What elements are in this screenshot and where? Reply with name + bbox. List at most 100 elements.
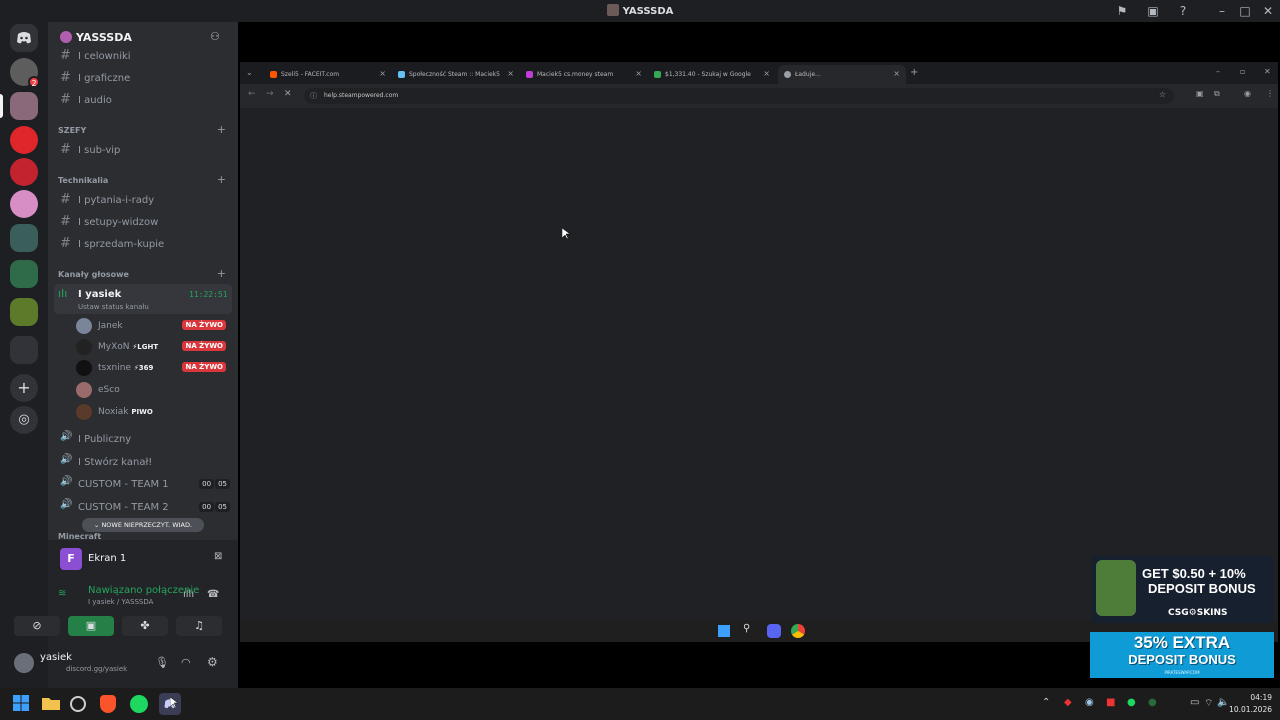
maximize-icon[interactable]: □	[1237, 3, 1253, 19]
user-name[interactable]: yasiek	[40, 652, 72, 663]
tray-spotify-icon[interactable]: ●	[1127, 697, 1136, 708]
channel-status-text[interactable]: Ustaw status kanału	[78, 303, 149, 311]
clock-time[interactable]: 04:19	[1232, 693, 1272, 702]
voice-channel-team2[interactable]: 🔊 CUSTOM - TEAM 2 00 05	[56, 497, 232, 517]
site-info-icon[interactable]: ⓘ	[310, 91, 317, 101]
close-icon[interactable]: ✕	[1260, 3, 1276, 19]
tab-close-icon[interactable]: ×	[379, 69, 386, 78]
channel-setupy-widzow[interactable]: # I setupy-widzow	[56, 212, 232, 232]
user-avatar[interactable]	[14, 653, 34, 673]
csgoskins-ad[interactable]: GET $0.50 + 10% DEPOSIT BONUS CSG⚙SKINS	[1092, 556, 1273, 623]
voice-channel-yasiek[interactable]: ıIı I yasiek 11:22:51 Ustaw status kanał…	[54, 284, 232, 314]
clock-date[interactable]: 10.01.2026	[1222, 705, 1272, 714]
voice-user[interactable]: Noxiak PIWO	[76, 402, 230, 422]
browser-tab-active[interactable]: Ładuje... ×	[778, 65, 906, 84]
tab-close-icon[interactable]: ×	[507, 69, 514, 78]
channel-celowniki[interactable]: # I celowniki	[56, 46, 232, 66]
address-bar[interactable]: ⓘ help.steampowered.com ☆	[304, 88, 1174, 104]
discord-home-icon[interactable]	[10, 24, 38, 52]
category-voice[interactable]: Kanały głosowe	[58, 270, 129, 279]
server-icon-5[interactable]	[10, 190, 38, 218]
settings-gear-icon[interactable]: ⚙	[207, 655, 218, 669]
voice-channel-create[interactable]: 🔊 I Stwórz kanał!	[56, 452, 232, 472]
voice-user[interactable]: eSco	[76, 380, 230, 400]
browser-tab[interactable]: $1,331.40 - Szukaj w Google ×	[648, 65, 776, 84]
browser-tab[interactable]: Szeli5 - FACEIT.com ×	[264, 65, 392, 84]
inbox-flag-icon[interactable]: ⚑	[1114, 3, 1130, 19]
pirateswap-ad[interactable]: 35% EXTRA DEPOSIT BONUS PIRATESWAP.COM	[1090, 632, 1274, 678]
server-icon-yasssda[interactable]	[10, 92, 38, 120]
help-icon[interactable]: ?	[1175, 3, 1191, 19]
server-icon-1[interactable]: 2	[10, 58, 40, 88]
start-button-icon[interactable]	[12, 694, 32, 714]
app-icon[interactable]	[70, 696, 86, 712]
new-messages-pill[interactable]: ⌄ NOWE NIEPRZECZYT. WIAD.	[82, 518, 204, 532]
category-technikalia[interactable]: Technikalia	[58, 176, 108, 185]
connection-location[interactable]: I yasiek / YASSSDA	[88, 598, 153, 606]
headphones-icon[interactable]: ◠	[181, 656, 191, 669]
server-folder-icon[interactable]	[10, 224, 38, 252]
category-szefy[interactable]: SZEFY	[58, 126, 86, 135]
voice-channel-team1[interactable]: 🔊 CUSTOM - TEAM 1 00 05	[56, 474, 232, 494]
tray-chevron-icon[interactable]: ⌃	[1042, 697, 1050, 708]
tray-steam-icon[interactable]: ◉	[1085, 697, 1094, 708]
noise-suppression-icon[interactable]: ıllı	[183, 589, 194, 600]
tray-app-icon-3[interactable]: ●	[1148, 697, 1157, 708]
voice-user[interactable]: MyXoN ⚡LGHT NA ŻYWO	[76, 337, 230, 357]
camera-off-button[interactable]: ⊘	[14, 616, 60, 636]
server-folder-icon-2[interactable]	[10, 260, 38, 288]
browser-minimize-icon[interactable]: –	[1216, 67, 1220, 76]
extension-icon[interactable]: ▣	[1196, 89, 1204, 98]
menu-kebab-icon[interactable]: ⋮	[1266, 89, 1274, 98]
channel-sub-vip[interactable]: # I sub-vip	[56, 140, 232, 160]
file-explorer-icon[interactable]	[41, 694, 61, 714]
browser-maximize-icon[interactable]: ▫	[1240, 67, 1245, 76]
tray-network-icon[interactable]: ⌔	[1204, 697, 1213, 710]
browser-close-icon[interactable]: ✕	[1264, 67, 1271, 76]
disconnect-icon[interactable]: ☎	[207, 589, 219, 600]
voice-user[interactable]: Janek NA ŻYWO	[76, 316, 230, 336]
stream-preview[interactable]: F Ekran 1 ⊠	[54, 542, 232, 576]
server-folder-icon-3[interactable]	[10, 298, 38, 326]
add-channel-icon[interactable]: +	[217, 123, 226, 136]
tab-close-icon[interactable]: ×	[635, 69, 642, 78]
back-icon[interactable]: ←	[248, 89, 256, 99]
add-server-icon[interactable]: +	[10, 374, 38, 402]
microphone-icon[interactable]: 🎙	[155, 656, 169, 669]
stop-loading-icon[interactable]: ✕	[284, 89, 292, 99]
stop-stream-icon[interactable]: ⊠	[214, 551, 222, 562]
channel-sprzedam-kupie[interactable]: # I sprzedam-kupie	[56, 234, 232, 254]
channel-audio[interactable]: # I audio	[56, 90, 232, 110]
discover-icon[interactable]: ◎	[10, 406, 38, 434]
tray-app-icon-2[interactable]: ■	[1106, 697, 1115, 708]
tab-close-icon[interactable]: ×	[893, 69, 900, 78]
add-channel-icon[interactable]: +	[217, 267, 226, 280]
activities-button[interactable]: ✤	[122, 616, 168, 636]
server-icon-4[interactable]	[10, 158, 38, 186]
extensions-puzzle-icon[interactable]: ⧉	[1214, 89, 1220, 99]
channel-graficzne[interactable]: # I graficzne	[56, 68, 232, 88]
voice-channel-publiczny[interactable]: 🔊 I Publiczny	[56, 429, 232, 449]
profile-icon[interactable]: ◉	[1244, 89, 1251, 98]
minimize-icon[interactable]: –	[1214, 3, 1230, 19]
soundboard-button[interactable]: ♫	[176, 616, 222, 636]
voice-user[interactable]: tsxnine ⚡369 NA ŻYWO	[76, 358, 230, 378]
server-folder-icon-4[interactable]	[10, 336, 38, 364]
spotify-icon[interactable]	[130, 695, 148, 713]
server-icon-3[interactable]	[10, 126, 38, 154]
brave-browser-icon[interactable]	[100, 695, 116, 713]
browser-tab[interactable]: Maciek5 cs.money steam ×	[520, 65, 648, 84]
tab-close-icon[interactable]: ×	[763, 69, 770, 78]
browser-tab[interactable]: Społeczność Steam :: Maciek5 ×	[392, 65, 520, 84]
bookmark-star-icon[interactable]: ☆	[1159, 90, 1166, 99]
forward-icon[interactable]: →	[266, 89, 274, 99]
add-channel-icon[interactable]: +	[217, 173, 226, 186]
inbox-icon[interactable]: ▣	[1145, 3, 1161, 19]
tray-app-icon[interactable]: ◆	[1064, 697, 1072, 708]
tray-display-icon[interactable]: ▭	[1190, 697, 1199, 708]
channel-pytania-i-rady[interactable]: # I pytania-i-rady	[56, 190, 232, 210]
new-tab-icon[interactable]: +	[910, 67, 918, 78]
tab-search-icon[interactable]: ⌄	[246, 68, 253, 77]
server-name[interactable]: YASSSDA	[76, 31, 132, 44]
invite-people-icon[interactable]: ⚇	[210, 30, 220, 43]
